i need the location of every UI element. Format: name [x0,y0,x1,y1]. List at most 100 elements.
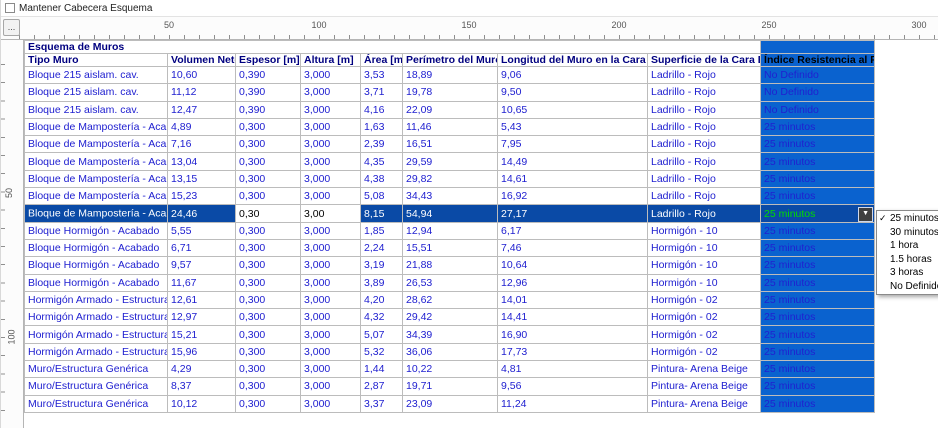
cell[interactable]: Hormigón - 02 [648,291,761,308]
cell[interactable]: 3,000 [301,239,361,256]
cell[interactable]: 3,000 [301,291,361,308]
cell[interactable]: 8,37 [168,378,236,395]
cell[interactable]: Hormigón - 02 [648,309,761,326]
cell[interactable]: 25 minutos [761,378,875,395]
cell[interactable]: 9,57 [168,257,236,274]
cell[interactable]: Ladrillo - Rojo [648,67,761,84]
cell[interactable]: Muro/Estructura Genérica [25,395,168,412]
cell[interactable]: 23,09 [403,395,498,412]
cell[interactable]: 0,300 [236,378,301,395]
cell[interactable]: 15,23 [168,188,236,205]
cell[interactable]: 13,04 [168,153,236,170]
cell[interactable]: 0,300 [236,395,301,412]
cell[interactable]: 10,12 [168,395,236,412]
cell[interactable]: 11,12 [168,84,236,101]
cell[interactable]: 27,17 [498,205,648,222]
cell[interactable]: Bloque de Mampostería - Acabado [25,188,168,205]
cell[interactable]: 1,85 [361,222,403,239]
cell[interactable]: 14,49 [498,153,648,170]
cell[interactable]: 0,300 [236,309,301,326]
cell[interactable]: Ladrillo - Rojo [648,188,761,205]
cell[interactable]: 3,37 [361,395,403,412]
cell[interactable]: 17,73 [498,343,648,360]
cell[interactable]: 22,09 [403,101,498,118]
cell[interactable]: 15,51 [403,239,498,256]
cell[interactable]: 25 minutos [761,291,875,308]
cell[interactable]: 15,21 [168,326,236,343]
cell[interactable]: 3,000 [301,136,361,153]
cell[interactable]: Hormigón Armado - Estructural [25,309,168,326]
cell[interactable]: 10,60 [168,67,236,84]
cell[interactable]: 3,000 [301,378,361,395]
keep-header-checkbox[interactable] [5,3,15,13]
cell[interactable]: 3,000 [301,309,361,326]
cell[interactable]: 4,35 [361,153,403,170]
cell[interactable]: 4,32 [361,309,403,326]
cell[interactable]: 3,000 [301,222,361,239]
cell[interactable]: Pintura- Arena Beige [648,361,761,378]
cell[interactable]: 12,61 [168,291,236,308]
cell[interactable]: 8,15 [361,205,403,222]
cell[interactable]: Ladrillo - Rojo [648,136,761,153]
cell[interactable]: 0,300 [236,188,301,205]
cell[interactable]: 16,51 [403,136,498,153]
cell[interactable]: 25 minutos [761,170,875,187]
cell[interactable]: 0,300 [236,326,301,343]
cell[interactable]: 5,07 [361,326,403,343]
cell[interactable]: Ladrillo - Rojo [648,84,761,101]
cell[interactable]: 0,300 [236,136,301,153]
cell[interactable]: Ladrillo - Rojo [648,153,761,170]
cell[interactable]: 7,95 [498,136,648,153]
cell[interactable]: 3,000 [301,170,361,187]
cell[interactable]: 3,000 [301,67,361,84]
cell[interactable]: Hormigón - 10 [648,239,761,256]
cell[interactable]: Bloque 215 aislam. cav. [25,101,168,118]
cell[interactable]: 5,08 [361,188,403,205]
cell[interactable]: 29,59 [403,153,498,170]
cell[interactable]: Bloque Hormigón - Acabado [25,222,168,239]
cell[interactable]: 24,46 [168,205,236,222]
cell[interactable]: 3,000 [301,153,361,170]
cell[interactable]: No Definido [761,67,875,84]
cell[interactable]: Muro/Estructura Genérica [25,378,168,395]
cell[interactable]: Pintura- Arena Beige [648,378,761,395]
cell[interactable]: 5,43 [498,118,648,135]
cell[interactable]: 0,30 [236,205,301,222]
cell[interactable]: 11,46 [403,118,498,135]
cell[interactable]: 11,67 [168,274,236,291]
cell[interactable]: 9,06 [498,67,648,84]
cell[interactable]: 14,61 [498,170,648,187]
dropdown-arrow-button[interactable]: ▼ [858,207,873,222]
cell[interactable]: 4,16 [361,101,403,118]
cell[interactable]: 0,300 [236,170,301,187]
cell[interactable]: 0,390 [236,84,301,101]
cell[interactable]: 5,32 [361,343,403,360]
cell[interactable]: 4,38 [361,170,403,187]
cell[interactable]: 25 minutos [761,343,875,360]
cell[interactable]: No Definido [761,84,875,101]
dropdown-item[interactable]: ✓25 minutos [877,212,938,226]
cell[interactable]: Hormigón Armado - Estructural [25,343,168,360]
cell[interactable]: 26,53 [403,274,498,291]
cell[interactable]: 3,71 [361,84,403,101]
column-header[interactable]: Longitud del Muro en la Cara Exterior [498,54,648,67]
cell[interactable]: 25 minutos [761,136,875,153]
cell[interactable]: 1,44 [361,361,403,378]
dropdown-item[interactable]: 3 horas [877,266,938,280]
cell[interactable]: Bloque Hormigón - Acabado [25,239,168,256]
cell[interactable]: 4,81 [498,361,648,378]
cell[interactable]: Ladrillo - Rojo [648,118,761,135]
cell[interactable]: 4,29 [168,361,236,378]
column-header[interactable]: Tipo Muro [25,54,168,67]
cell[interactable]: 0,300 [236,239,301,256]
cell[interactable]: Ladrillo - Rojo [648,101,761,118]
cell[interactable]: No Definido [761,101,875,118]
cell[interactable]: 25 minutos [761,239,875,256]
cell[interactable]: 25 minutos [761,118,875,135]
cell[interactable]: 28,62 [403,291,498,308]
cell[interactable]: 3,000 [301,118,361,135]
cell[interactable]: 0,300 [236,274,301,291]
dropdown-item[interactable]: 1 hora [877,239,938,253]
cell[interactable]: 25 minutos [761,395,875,412]
column-header[interactable]: Espesor [m] [236,54,301,67]
